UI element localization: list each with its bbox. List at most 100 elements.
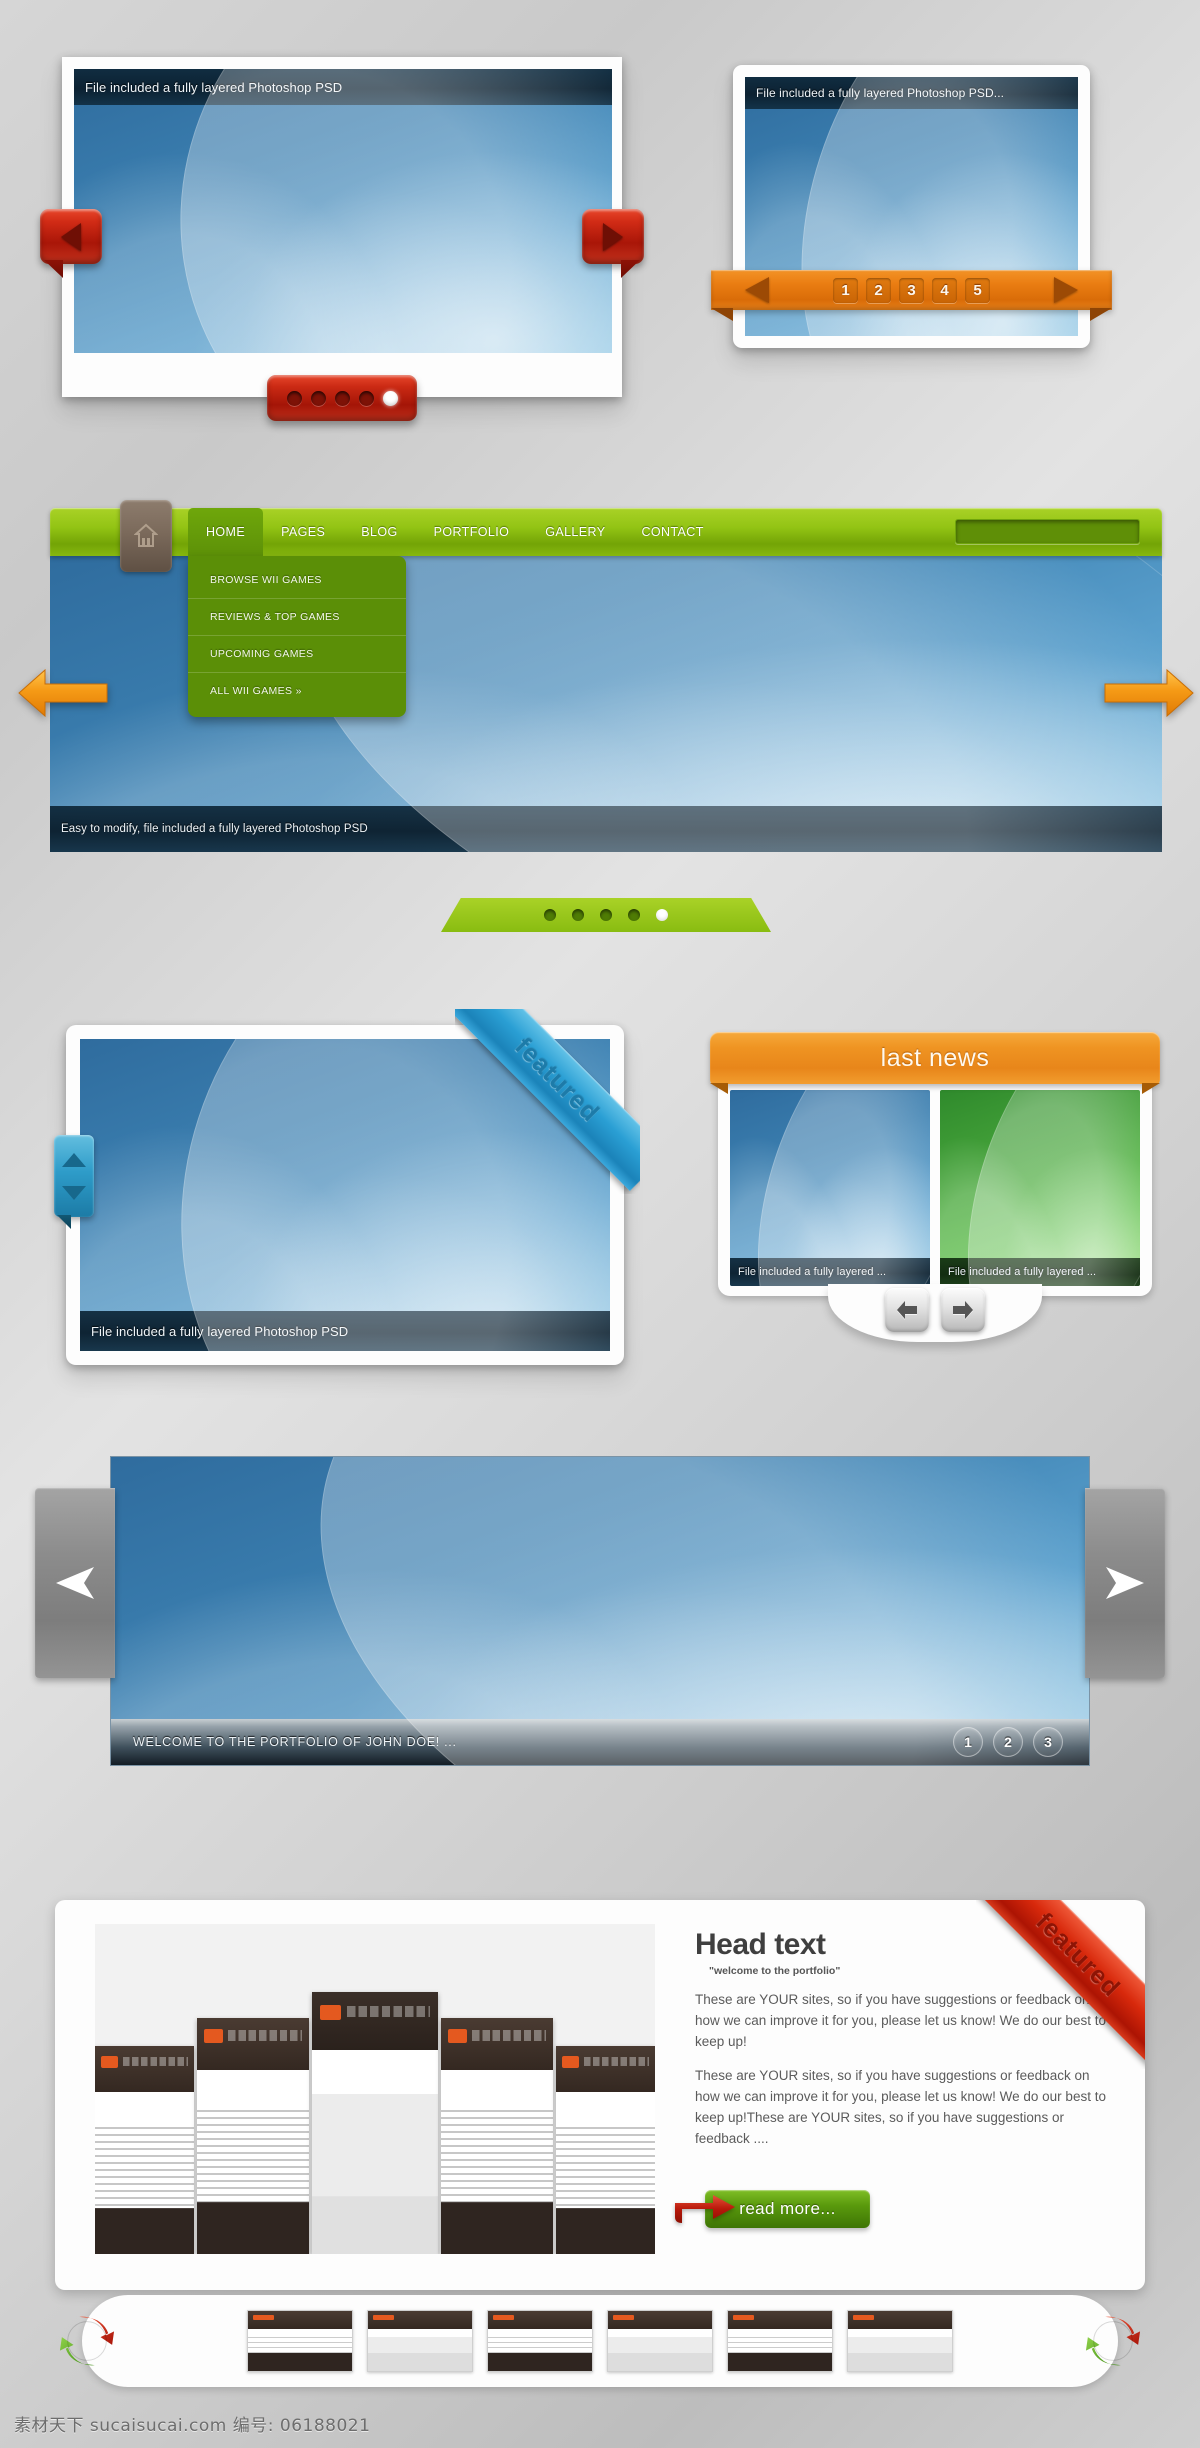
pager-number[interactable]: 3	[1033, 1727, 1063, 1757]
dropdown-item-all-wii-games[interactable]: ALL WII GAMES »	[188, 673, 406, 709]
pager-dot[interactable]	[600, 909, 612, 921]
panel-featured-vertical-scroller[interactable]	[54, 1135, 94, 1217]
nav-prev-button[interactable]	[15, 666, 111, 720]
wide-slider-prev-button[interactable]	[35, 1488, 115, 1678]
search-input[interactable]	[955, 519, 1140, 544]
pager-dot[interactable]	[310, 390, 326, 406]
panel-featured: File included a fully layered Photoshop …	[54, 1009, 640, 1365]
pager-number[interactable]: 2	[866, 277, 891, 303]
carousel-thumb[interactable]	[847, 2310, 953, 2372]
mockup-stage: File included a fully layered Photoshop …	[0, 0, 1200, 2448]
pager-dot[interactable]	[544, 909, 556, 921]
page-subtitle: "welcome to the portfolio"	[709, 1965, 841, 1977]
wide-slider-artwork: WELCOME TO THE PORTFOLIO OF JOHN DOE! ..…	[110, 1456, 1090, 1766]
nav-item-portfolio[interactable]: PORTFOLIO	[416, 508, 528, 556]
wide-slider-next-button[interactable]	[1085, 1488, 1165, 1678]
panel-top-right-caption: File included a fully layered Photoshop …	[745, 77, 1078, 109]
last-news-item[interactable]: File included a fully layered ...	[940, 1090, 1140, 1286]
last-news-items: File included a fully layered ... File i…	[718, 1076, 1152, 1296]
read-more-button[interactable]: read more...	[675, 2190, 870, 2228]
read-more-label: read more...	[739, 2199, 836, 2218]
wide-slider-pager[interactable]: 1 2 3	[953, 1727, 1063, 1757]
right-arrow-icon	[603, 222, 623, 251]
panel-top-left-artwork: File included a fully layered Photoshop …	[74, 69, 612, 353]
last-news-title: last news	[710, 1032, 1160, 1084]
nav-item-blog[interactable]: BLOG	[343, 508, 415, 556]
thumbnail-carousel	[59, 2295, 1141, 2387]
left-arrow-icon	[897, 1301, 917, 1319]
last-news-prev-button[interactable]	[885, 1288, 929, 1332]
last-news-controls	[828, 1284, 1042, 1342]
panel-featured-caption: File included a fully layered Photoshop …	[80, 1311, 610, 1351]
last-news-next-button[interactable]	[941, 1288, 985, 1332]
pager-dot-active[interactable]	[382, 390, 398, 406]
carousel-thumb[interactable]	[607, 2310, 713, 2372]
right-arrow-icon	[1106, 1567, 1144, 1599]
nav-stage-pager[interactable]	[441, 898, 771, 932]
last-news-item-caption: File included a fully layered ...	[940, 1258, 1140, 1286]
screenshot-thumb	[312, 1992, 438, 2254]
head-text-block: Head text "welcome to the portfolio" The…	[695, 1928, 1115, 2149]
left-arrow-icon	[61, 222, 81, 251]
right-arrow-icon[interactable]	[1054, 277, 1078, 303]
right-arrow-icon	[953, 1301, 973, 1319]
pager-number[interactable]: 3	[899, 277, 924, 303]
head-text-card: featured Head text "welcome to the portf…	[55, 1900, 1145, 2290]
nav-item-home[interactable]: HOME	[188, 508, 264, 556]
panel-top-right: File included a fully layered Photoshop …	[711, 65, 1112, 348]
pager-number[interactable]: 5	[965, 277, 990, 303]
carousel-thumb[interactable]	[487, 2310, 593, 2372]
pager-dot[interactable]	[334, 390, 350, 406]
pager-dot[interactable]	[286, 390, 302, 406]
main-navbar: HOME PAGES BLOG PORTFOLIO GALLERY CONTAC…	[50, 508, 1162, 556]
panel-top-left-pager[interactable]	[267, 375, 417, 421]
pager-number[interactable]: 1	[953, 1727, 983, 1757]
pager-number[interactable]: 2	[993, 1727, 1023, 1757]
last-news-widget: last news File included a fully layered …	[710, 1032, 1160, 1342]
nav-item-pages[interactable]: PAGES	[263, 508, 343, 556]
carousel-thumb[interactable]	[247, 2310, 353, 2372]
dropdown-item-browse-wii-games[interactable]: BROWSE WII GAMES	[188, 562, 406, 599]
carousel-thumb[interactable]	[367, 2310, 473, 2372]
dropdown-item-upcoming-games[interactable]: UPCOMING GAMES	[188, 636, 406, 673]
panel-top-right-pager-bar: 1 2 3 4 5	[711, 270, 1112, 310]
screenshot-thumb	[556, 2046, 655, 2254]
body-paragraph-2: These are YOUR sites, so if you have sug…	[695, 2067, 1106, 2146]
recycle-icon[interactable]	[58, 2312, 116, 2370]
left-arrow-icon	[56, 1567, 94, 1599]
panel-top-left-next-button[interactable]	[582, 209, 644, 264]
pager-dot[interactable]	[572, 909, 584, 921]
pager-dot[interactable]	[358, 390, 374, 406]
nav-next-button[interactable]	[1101, 666, 1197, 720]
pager-dot[interactable]	[628, 909, 640, 921]
last-news-item[interactable]: File included a fully layered ...	[730, 1090, 930, 1286]
footer-watermark: 素材天下 sucaisucai.com 编号: 06188021	[14, 2416, 371, 2436]
site-screenshots-collage	[95, 1924, 655, 2254]
panel-featured-artwork: File included a fully layered Photoshop …	[80, 1039, 610, 1351]
carousel-thumb[interactable]	[727, 2310, 833, 2372]
screenshot-thumb	[95, 2046, 194, 2254]
red-arrow-icon	[675, 2195, 735, 2223]
nav-stage-caption: Easy to modify, file included a fully la…	[50, 806, 1162, 852]
screenshot-thumb	[196, 2018, 310, 2254]
left-arrow-icon[interactable]	[745, 277, 769, 303]
up-arrow-icon[interactable]	[62, 1152, 86, 1167]
pager-number[interactable]: 1	[833, 277, 858, 303]
wide-slider: WELCOME TO THE PORTFOLIO OF JOHN DOE! ..…	[35, 1456, 1165, 1766]
panel-top-left-prev-button[interactable]	[40, 209, 102, 264]
wide-slider-caption: WELCOME TO THE PORTFOLIO OF JOHN DOE! ..…	[111, 1719, 1089, 1765]
down-arrow-icon[interactable]	[62, 1185, 86, 1200]
pager-dot-active[interactable]	[656, 909, 668, 921]
home-icon	[134, 523, 158, 547]
body-paragraph-1: These are YOUR sites, so if you have sug…	[695, 1992, 1106, 2049]
pager-number[interactable]: 4	[932, 277, 957, 303]
navigation-section: Easy to modify, file included a fully la…	[18, 500, 1194, 932]
nav-item-contact[interactable]: CONTACT	[623, 508, 721, 556]
recycle-icon[interactable]	[1084, 2312, 1142, 2370]
dropdown-item-reviews-top-games[interactable]: REVIEWS & TOP GAMES	[188, 599, 406, 636]
panel-top-left: File included a fully layered Photoshop …	[40, 57, 644, 421]
orange-left-arrow-icon	[18, 668, 108, 718]
nav-item-gallery[interactable]: GALLERY	[527, 508, 623, 556]
home-button[interactable]	[120, 500, 172, 572]
page-title: Head text	[695, 1928, 826, 1961]
